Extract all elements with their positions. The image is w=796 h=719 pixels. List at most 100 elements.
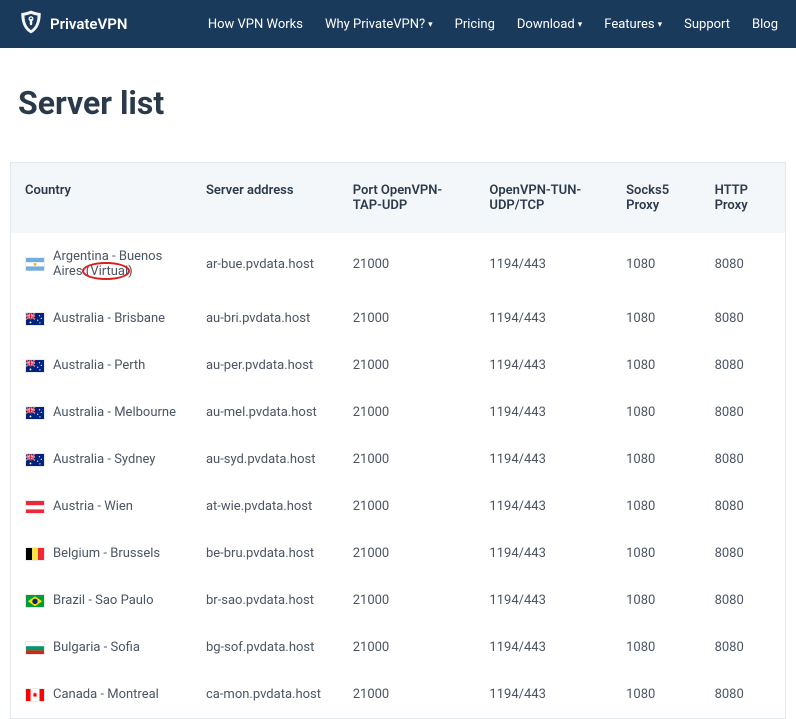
au-flag-icon — [25, 453, 45, 467]
cell-socks: 1080 — [616, 624, 704, 671]
table-row: Austria - Wienat-wie.pvdata.host21000119… — [11, 483, 785, 530]
nav-item-support[interactable]: Support — [684, 17, 730, 32]
country-label: Belgium - Brussels — [53, 546, 160, 561]
country-label: Australia - Perth — [53, 358, 145, 373]
cell-tun: 1194/443 — [479, 624, 616, 671]
col-country[interactable]: Country — [11, 163, 196, 233]
cell-country: Australia - Melbourne — [11, 389, 196, 436]
cell-tap: 21000 — [343, 436, 480, 483]
chevron-down-icon: ▾ — [428, 20, 433, 30]
cell-server: ar-bue.pvdata.host — [196, 233, 343, 295]
col-http[interactable]: HTTP Proxy — [705, 163, 785, 233]
table-row: Brazil - Sao Paulobr-sao.pvdata.host2100… — [11, 577, 785, 624]
server-table-wrap: Country Server address Port OpenVPN-TAP-… — [10, 162, 786, 719]
cell-server: br-sao.pvdata.host — [196, 577, 343, 624]
table-body: Argentina - Buenos Aires (Virtual) ar-bue… — [11, 233, 785, 718]
country-label: Australia - Sydney — [53, 452, 155, 467]
cell-tun: 1194/443 — [479, 436, 616, 483]
chevron-down-icon: ▾ — [578, 20, 583, 30]
nav-item-blog[interactable]: Blog — [752, 17, 778, 32]
cell-server: bg-sof.pvdata.host — [196, 624, 343, 671]
cell-socks: 1080 — [616, 342, 704, 389]
col-tun[interactable]: OpenVPN-TUN-UDP/TCP — [479, 163, 616, 233]
cell-country: Austria - Wien — [11, 483, 196, 530]
col-server[interactable]: Server address — [196, 163, 343, 233]
cell-server: au-syd.pvdata.host — [196, 436, 343, 483]
cell-socks: 1080 — [616, 295, 704, 342]
cell-socks: 1080 — [616, 389, 704, 436]
cell-http: 8080 — [705, 624, 785, 671]
nav-item-features[interactable]: Features▾ — [604, 17, 662, 32]
cell-socks: 1080 — [616, 436, 704, 483]
table-row: Bulgaria - Sofiabg-sof.pvdata.host210001… — [11, 624, 785, 671]
nav-item-how-vpn-works[interactable]: How VPN Works — [208, 17, 303, 32]
cell-tap: 21000 — [343, 295, 480, 342]
cell-country: Australia - Sydney — [11, 436, 196, 483]
nav-item-why-privatevpn-[interactable]: Why PrivateVPN?▾ — [325, 17, 433, 32]
cell-http: 8080 — [705, 295, 785, 342]
chevron-down-icon: ▾ — [658, 20, 663, 30]
col-socks[interactable]: Socks5 Proxy — [616, 163, 704, 233]
cell-tap: 21000 — [343, 530, 480, 577]
country-label: Australia - Melbourne — [53, 405, 176, 420]
nav-item-label: How VPN Works — [208, 17, 303, 32]
country-label: Canada - Montreal — [53, 687, 159, 702]
cell-country: Bulgaria - Sofia — [11, 624, 196, 671]
col-tap[interactable]: Port OpenVPN-TAP-UDP — [343, 163, 480, 233]
table-row: Argentina - Buenos Aires (Virtual) ar-bue… — [11, 233, 785, 295]
cell-country: Belgium - Brussels — [11, 530, 196, 577]
nav-item-label: Pricing — [455, 17, 495, 32]
cell-http: 8080 — [705, 577, 785, 624]
cell-http: 8080 — [705, 530, 785, 577]
au-flag-icon — [25, 406, 45, 420]
cell-tun: 1194/443 — [479, 389, 616, 436]
nav-item-pricing[interactable]: Pricing — [455, 17, 495, 32]
cell-http: 8080 — [705, 342, 785, 389]
ca-flag-icon — [25, 688, 45, 702]
au-flag-icon — [25, 312, 45, 326]
cell-server: au-bri.pvdata.host — [196, 295, 343, 342]
brand-logo[interactable]: PrivateVPN — [18, 9, 127, 39]
cell-http: 8080 — [705, 483, 785, 530]
nav-item-download[interactable]: Download▾ — [517, 17, 582, 32]
cell-tap: 21000 — [343, 342, 480, 389]
cell-tun: 1194/443 — [479, 342, 616, 389]
cell-tap: 21000 — [343, 233, 480, 295]
nav-item-label: Download — [517, 17, 575, 32]
country-label: Argentina - Buenos Aires (Virtual) — [53, 249, 186, 279]
nav-items: How VPN Works Why PrivateVPN?▾ Pricing Down… — [208, 17, 778, 32]
country-label: Brazil - Sao Paulo — [53, 593, 154, 608]
at-flag-icon — [25, 500, 45, 514]
table-row: Australia - Sydney au-syd.pvdata.host2100… — [11, 436, 785, 483]
country-label: Australia - Brisbane — [53, 311, 165, 326]
cell-socks: 1080 — [616, 530, 704, 577]
table-row: Australia - Brisbane au-bri.pvdata.host21… — [11, 295, 785, 342]
bg-flag-icon — [25, 641, 45, 655]
cell-http: 8080 — [705, 389, 785, 436]
be-flag-icon — [25, 547, 45, 561]
shield-icon — [18, 9, 44, 39]
nav-item-label: Support — [684, 17, 730, 32]
cell-tun: 1194/443 — [479, 530, 616, 577]
cell-tap: 21000 — [343, 389, 480, 436]
cell-socks: 1080 — [616, 577, 704, 624]
brand-name: PrivateVPN — [50, 15, 127, 33]
table-row: Australia - Melbourne au-mel.pvdata.host2… — [11, 389, 785, 436]
cell-country: Brazil - Sao Paulo — [11, 577, 196, 624]
virtual-annotation: (Virtual) — [86, 264, 133, 279]
server-table: Country Server address Port OpenVPN-TAP-… — [11, 163, 785, 718]
cell-socks: 1080 — [616, 233, 704, 295]
top-navbar: PrivateVPN How VPN Works Why PrivateVPN?▾… — [0, 0, 796, 48]
ar-flag-icon — [25, 257, 45, 271]
cell-tun: 1194/443 — [479, 577, 616, 624]
cell-tap: 21000 — [343, 483, 480, 530]
table-row: Australia - Perthau-per.pvdata.host21000… — [11, 342, 785, 389]
page-title: Server list — [18, 84, 796, 122]
cell-server: au-mel.pvdata.host — [196, 389, 343, 436]
cell-country: Australia - Perth — [11, 342, 196, 389]
cell-tap: 21000 — [343, 624, 480, 671]
cell-country: Argentina - Buenos Aires (Virtual) — [11, 233, 196, 295]
country-label: Bulgaria - Sofia — [53, 640, 140, 655]
table-header-row: Country Server address Port OpenVPN-TAP-… — [11, 163, 785, 233]
nav-item-label: Blog — [752, 17, 778, 32]
